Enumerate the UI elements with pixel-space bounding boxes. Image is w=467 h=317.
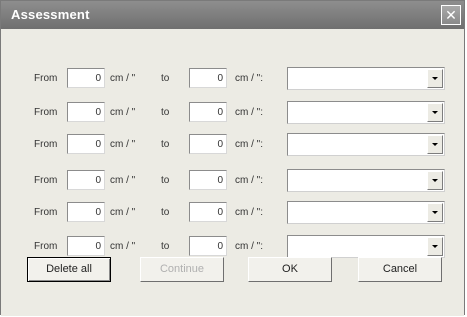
from-unit-label: cm / "	[110, 207, 136, 218]
to-label: to	[161, 175, 170, 186]
from-value-input[interactable]: 0	[67, 102, 105, 122]
from-value-input[interactable]: 0	[67, 68, 105, 88]
to-label: to	[161, 139, 170, 150]
range-row-2: From 0 cm / " to 0 cm / ":	[1, 101, 464, 125]
to-value-input[interactable]: 0	[189, 202, 227, 222]
to-value-input[interactable]: 0	[189, 68, 227, 88]
range-row-4: From 0 cm / " to 0 cm / ":	[1, 169, 464, 193]
ok-button[interactable]: OK	[248, 257, 332, 282]
from-value-input[interactable]: 0	[67, 170, 105, 190]
assessment-select[interactable]	[287, 133, 445, 156]
from-unit-label: cm / "	[110, 73, 136, 84]
from-label: From	[34, 73, 58, 84]
dialog-title: Assessment	[11, 7, 90, 22]
from-label: From	[34, 175, 58, 186]
from-value-input[interactable]: 0	[67, 202, 105, 222]
chevron-down-icon[interactable]	[427, 171, 443, 190]
to-value-input[interactable]: 0	[189, 102, 227, 122]
range-row-3: From 0 cm / " to 0 cm / ":	[1, 133, 464, 157]
to-value-input[interactable]: 0	[189, 236, 227, 256]
range-row-1: From 0 cm / " to 0 cm / ":	[1, 67, 464, 91]
title-bar: Assessment ✕	[1, 1, 464, 29]
to-label: to	[161, 207, 170, 218]
to-label: to	[161, 73, 170, 84]
assessment-select[interactable]	[287, 235, 445, 258]
close-icon[interactable]: ✕	[441, 5, 461, 25]
to-label: to	[161, 107, 170, 118]
to-unit-label: cm / ":	[235, 73, 263, 84]
cancel-button[interactable]: Cancel	[358, 257, 442, 282]
delete-all-button[interactable]: Delete all	[27, 257, 111, 282]
to-value-input[interactable]: 0	[189, 170, 227, 190]
from-label: From	[34, 241, 58, 252]
assessment-select[interactable]	[287, 169, 445, 192]
from-value-input[interactable]: 0	[67, 134, 105, 154]
to-unit-label: cm / ":	[235, 175, 263, 186]
to-value-input[interactable]: 0	[189, 134, 227, 154]
chevron-down-icon[interactable]	[427, 203, 443, 222]
assessment-select[interactable]	[287, 101, 445, 124]
assessment-select[interactable]	[287, 201, 445, 224]
assessment-select[interactable]	[287, 67, 445, 90]
to-unit-label: cm / ":	[235, 241, 263, 252]
to-label: to	[161, 241, 170, 252]
chevron-down-icon[interactable]	[427, 69, 443, 88]
range-row-5: From 0 cm / " to 0 cm / ":	[1, 201, 464, 225]
assessment-dialog: Assessment ✕ From 0 cm / " to 0 cm / ": …	[0, 0, 465, 316]
to-unit-label: cm / ":	[235, 107, 263, 118]
from-label: From	[34, 207, 58, 218]
chevron-down-icon[interactable]	[427, 135, 443, 154]
from-label: From	[34, 107, 58, 118]
to-unit-label: cm / ":	[235, 139, 263, 150]
from-unit-label: cm / "	[110, 241, 136, 252]
range-row-6: From 0 cm / " to 0 cm / ":	[1, 235, 464, 259]
continue-button[interactable]: Continue	[140, 257, 224, 282]
from-unit-label: cm / "	[110, 139, 136, 150]
to-unit-label: cm / ":	[235, 207, 263, 218]
chevron-down-icon[interactable]	[427, 103, 443, 122]
from-value-input[interactable]: 0	[67, 236, 105, 256]
from-label: From	[34, 139, 58, 150]
chevron-down-icon[interactable]	[427, 237, 443, 256]
from-unit-label: cm / "	[110, 107, 136, 118]
from-unit-label: cm / "	[110, 175, 136, 186]
